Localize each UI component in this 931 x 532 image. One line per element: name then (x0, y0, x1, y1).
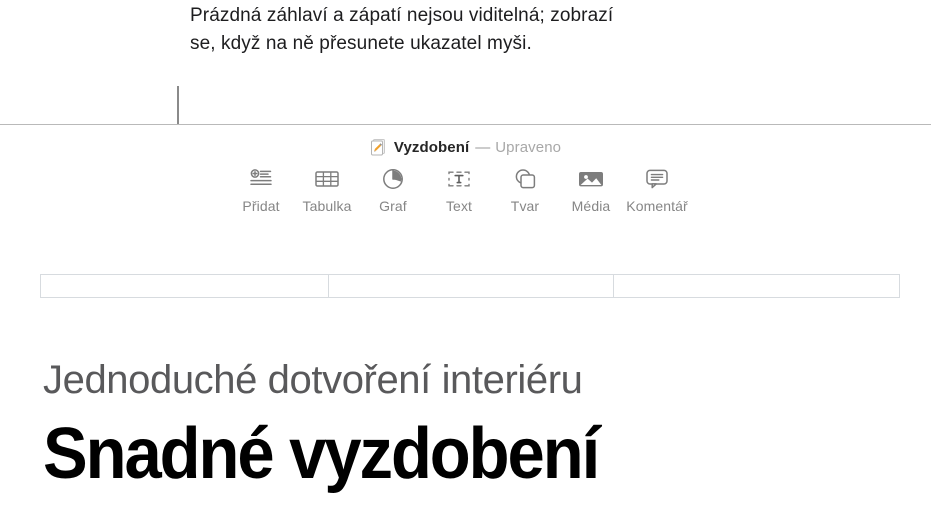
toolbar-button-table[interactable]: Tabulka (294, 166, 360, 214)
header-field-center[interactable] (328, 275, 614, 297)
table-icon (315, 166, 339, 192)
toolbar-label-chart: Graf (379, 198, 407, 214)
document-subtitle[interactable]: Jednoduché dotvoření interiéru (43, 358, 583, 403)
title-separator-dash: — (475, 138, 491, 156)
document-heading[interactable]: Snadné vyzdobení (43, 413, 600, 495)
comment-bubble-icon (645, 166, 669, 192)
document-status-label: Upraveno (495, 138, 562, 156)
toolbar-label-add: Přidat (242, 198, 280, 214)
toolbar-button-comment[interactable]: Komentář (624, 166, 690, 214)
text-box-icon (447, 166, 471, 192)
header-fields-row (40, 274, 900, 298)
toolbar: Přidat Tabulka Graf Text Tvar Média Kome… (228, 166, 690, 214)
media-image-icon (578, 166, 604, 192)
toolbar-label-text: Text (445, 198, 473, 214)
header-field-left[interactable] (41, 275, 328, 297)
add-list-icon (250, 166, 272, 192)
callout-annotation-text: Prázdná záhlaví a zápatí nejsou viditeln… (190, 5, 614, 54)
header-field-right[interactable] (614, 275, 899, 297)
titlebar-top-divider (0, 124, 931, 125)
pie-chart-icon (382, 166, 404, 192)
toolbar-button-text[interactable]: Text (426, 166, 492, 214)
toolbar-button-media[interactable]: Média (558, 166, 624, 214)
toolbar-label-table: Tabulka (302, 198, 352, 214)
toolbar-label-comment: Komentář (626, 198, 688, 214)
toolbar-button-add[interactable]: Přidat (228, 166, 294, 214)
shape-icon (513, 166, 537, 192)
titlebar: Vyzdobení — Upraveno (0, 134, 931, 160)
toolbar-label-shape: Tvar (510, 198, 540, 214)
toolbar-button-shape[interactable]: Tvar (492, 166, 558, 214)
toolbar-label-media: Média (571, 198, 611, 214)
toolbar-button-chart[interactable]: Graf (360, 166, 426, 214)
document-title: Vyzdobení (393, 138, 470, 156)
pages-document-icon (370, 139, 385, 156)
